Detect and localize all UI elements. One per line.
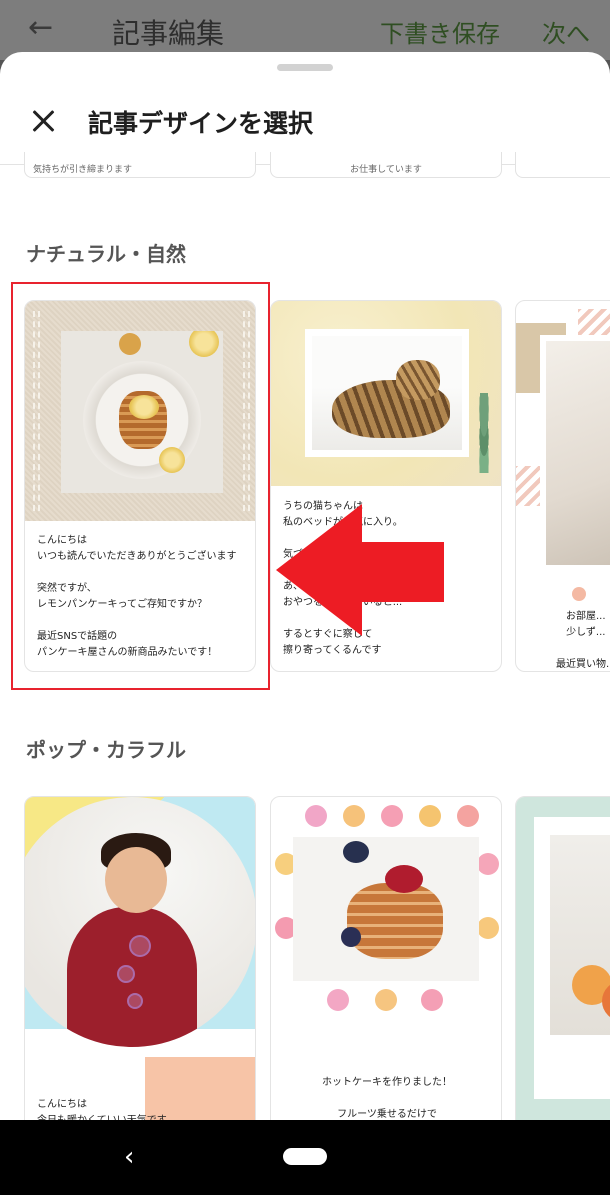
section-title-natural: ナチュラル・自然 xyxy=(26,242,186,266)
color-dot xyxy=(419,805,441,827)
color-dot xyxy=(305,805,327,827)
hotcake-stack xyxy=(347,883,443,959)
card-text: ホットケーキを作りました！ フルーツ乗せるだけで お店で売ってるみたいになりまし… xyxy=(322,1077,452,1120)
sheet-title: 記事デザインを選択 xyxy=(88,109,314,138)
color-dot xyxy=(381,805,403,827)
design-card-hotcake[interactable]: ホットケーキを作りました！ フルーツ乗せるだけで お店で売ってるみたいになりまし… xyxy=(270,796,502,1120)
pointer-arrow-icon xyxy=(276,504,444,636)
cat-photo xyxy=(305,329,469,457)
cat-head xyxy=(396,360,440,400)
nav-back-icon[interactable]: ‹ xyxy=(124,1142,134,1172)
color-dot xyxy=(327,989,349,1011)
room-photo xyxy=(540,335,610,571)
design-select-sheet: 記事デザインを選択 気持ちが引き締まります お仕事しています ナチュラル・自然 … xyxy=(0,52,610,1120)
close-icon[interactable] xyxy=(26,104,60,138)
section-title-pop: ポップ・カラフル xyxy=(26,738,186,762)
raspberries xyxy=(385,865,423,893)
blueberry-bowl xyxy=(343,841,369,863)
blueberry xyxy=(341,927,361,947)
design-card-fruits[interactable] xyxy=(515,796,610,1120)
color-dot xyxy=(477,917,499,939)
partial-card-text: お仕事しています xyxy=(350,165,422,175)
card-text: こんにちは 今日も暖かくていい天気です 今日の娘ちゃんは シャボン玉に夢中 xyxy=(37,1099,167,1120)
color-dot xyxy=(457,805,479,827)
color-dot xyxy=(375,989,397,1011)
peach-dot xyxy=(572,587,586,601)
sheet-drag-handle[interactable] xyxy=(277,64,333,71)
soap-bubble xyxy=(129,935,151,957)
fruit-photo xyxy=(550,835,610,1035)
color-dot xyxy=(343,805,365,827)
save-draft-button[interactable]: 下書き保存 xyxy=(380,14,500,49)
arrow-left-icon[interactable]: ← xyxy=(28,10,53,45)
soap-bubble xyxy=(127,993,143,1009)
design-card-room[interactable]: お部屋... 少しず... 最近買い物... xyxy=(515,300,610,672)
selection-highlight xyxy=(11,282,270,690)
girl-face xyxy=(105,847,167,913)
partial-card[interactable]: 気持ちが引き締まります xyxy=(24,152,256,178)
soap-bubble xyxy=(117,965,135,983)
nav-home-pill[interactable] xyxy=(283,1148,327,1165)
next-button[interactable]: 次へ xyxy=(542,14,590,49)
editor-title: 記事編集 xyxy=(112,17,225,50)
partial-card[interactable] xyxy=(515,152,610,178)
card-text: お部屋... 少しず... 最近買い物... xyxy=(556,611,610,670)
background-header: ← 記事編集 下書き保存 次へ xyxy=(0,0,610,60)
partial-card-text: 気持ちが引き締まります xyxy=(33,165,133,175)
color-dot xyxy=(477,853,499,875)
system-nav-bar: ‹ xyxy=(0,1120,610,1195)
color-dot xyxy=(421,989,443,1011)
stripe-decoration xyxy=(516,466,542,506)
leaf-decoration xyxy=(473,393,495,473)
hotcake-photo xyxy=(293,837,479,981)
fruit-frame xyxy=(534,817,610,1099)
design-card-girl[interactable]: こんにちは 今日も暖かくていい天気です 今日の娘ちゃんは シャボン玉に夢中 xyxy=(24,796,256,1120)
partial-card[interactable]: お仕事しています xyxy=(270,152,502,178)
girl-photo xyxy=(25,797,255,1047)
